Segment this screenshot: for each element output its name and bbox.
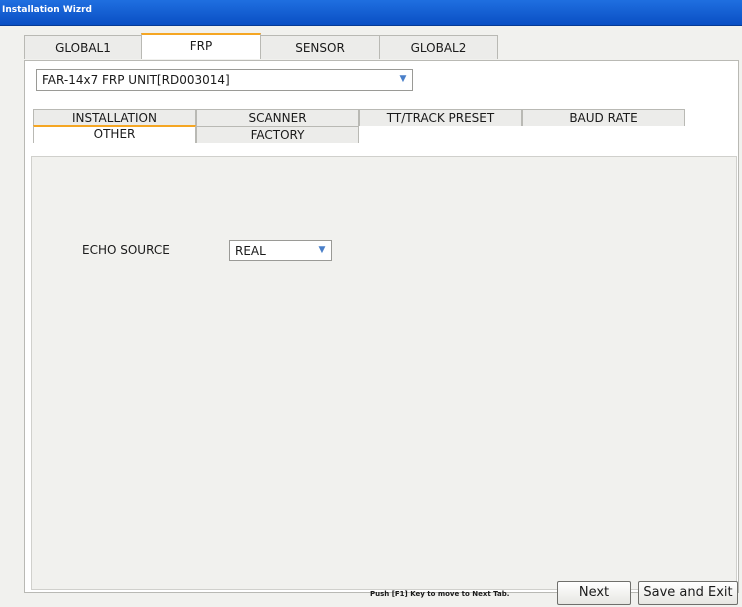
window-title: Installation Wizrd: [2, 5, 92, 15]
subtab-scanner[interactable]: SCANNER: [196, 109, 359, 126]
subtab-tt-track-preset[interactable]: TT/TRACK PRESET: [359, 109, 522, 126]
hint-text: Push [F1] Key to move to Next Tab.: [370, 590, 510, 598]
chevron-down-icon[interactable]: ▼: [396, 72, 410, 87]
echo-source-select[interactable]: REAL ▼: [229, 240, 332, 261]
unit-select[interactable]: FAR-14x7 FRP UNIT[RD003014] ▼: [36, 69, 413, 91]
tab-global1[interactable]: GLOBAL1: [24, 35, 142, 59]
frp-panel: FAR-14x7 FRP UNIT[RD003014] ▼ INSTALLATI…: [24, 60, 739, 593]
chevron-down-icon[interactable]: ▼: [315, 243, 329, 258]
subtab-factory[interactable]: FACTORY: [196, 126, 359, 143]
echo-source-label: ECHO SOURCE: [82, 243, 170, 257]
wizard-body: GLOBAL1 FRP SENSOR GLOBAL2 FAR-14x7 FRP …: [0, 26, 742, 607]
tab-frp[interactable]: FRP: [141, 33, 261, 59]
other-content-area: ECHO SOURCE REAL ▼: [31, 156, 737, 590]
subtab-installation[interactable]: INSTALLATION: [33, 109, 196, 126]
next-button[interactable]: Next: [557, 581, 631, 605]
tab-sensor[interactable]: SENSOR: [260, 35, 380, 59]
unit-select-value: FAR-14x7 FRP UNIT[RD003014]: [42, 73, 230, 87]
save-and-exit-button[interactable]: Save and Exit: [638, 581, 738, 605]
subtab-other[interactable]: OTHER: [33, 125, 196, 143]
footer-bar: Push [F1] Key to move to Next Tab. Next …: [0, 579, 742, 607]
window-titlebar: Installation Wizrd: [0, 0, 742, 26]
tab-global2[interactable]: GLOBAL2: [379, 35, 498, 59]
echo-source-value: REAL: [235, 244, 266, 258]
subtab-baud-rate[interactable]: BAUD RATE: [522, 109, 685, 126]
